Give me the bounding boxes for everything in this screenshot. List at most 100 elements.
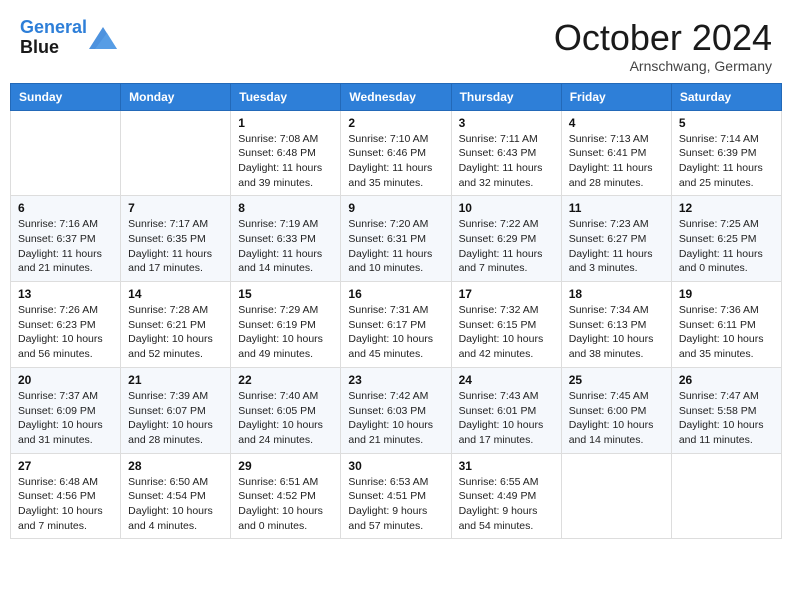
day-number: 28 bbox=[128, 459, 223, 473]
calendar-cell: 29 Sunrise: 6:51 AMSunset: 4:52 PMDayligh… bbox=[231, 453, 341, 539]
day-info: Sunrise: 6:53 AMSunset: 4:51 PMDaylight:… bbox=[348, 475, 443, 534]
day-header-monday: Monday bbox=[121, 83, 231, 110]
calendar-week-3: 13 Sunrise: 7:26 AMSunset: 6:23 PMDayligh… bbox=[11, 282, 782, 368]
day-info: Sunrise: 7:31 AMSunset: 6:17 PMDaylight:… bbox=[348, 303, 443, 362]
calendar-week-1: 1Sunrise: 7:08 AMSunset: 6:48 PMDaylight… bbox=[11, 110, 782, 196]
calendar-cell: 23Sunrise: 7:42 AMSunset: 6:03 PMDayligh… bbox=[341, 367, 451, 453]
day-info: Sunrise: 6:55 AMSunset: 4:49 PMDaylight:… bbox=[459, 475, 554, 534]
page-header: GeneralBlue October 2024 Arnschwang, Ger… bbox=[10, 10, 782, 79]
logo-text: GeneralBlue bbox=[20, 18, 87, 58]
day-number: 19 bbox=[679, 287, 774, 301]
day-number: 7 bbox=[128, 201, 223, 215]
day-number: 15 bbox=[238, 287, 333, 301]
day-info: Sunrise: 7:10 AMSunset: 6:46 PMDaylight:… bbox=[348, 132, 443, 191]
day-number: 13 bbox=[18, 287, 113, 301]
calendar-cell: 28 Sunrise: 6:50 AMSunset: 4:54 PMDayligh… bbox=[121, 453, 231, 539]
calendar-cell: 7 Sunrise: 7:17 AMSunset: 6:35 PMDaylight… bbox=[121, 196, 231, 282]
day-info: Sunrise: 7:40 AMSunset: 6:05 PMDaylight:… bbox=[238, 389, 333, 448]
calendar-cell: 27Sunrise: 6:48 AMSunset: 4:56 PMDayligh… bbox=[11, 453, 121, 539]
day-header-thursday: Thursday bbox=[451, 83, 561, 110]
calendar-cell: 16 Sunrise: 7:31 AMSunset: 6:17 PMDayligh… bbox=[341, 282, 451, 368]
logo-icon bbox=[89, 27, 117, 49]
month-title: October 2024 bbox=[554, 18, 772, 58]
day-number: 29 bbox=[238, 459, 333, 473]
calendar-cell bbox=[11, 110, 121, 196]
day-number: 26 bbox=[679, 373, 774, 387]
calendar-cell: 30Sunrise: 6:53 AMSunset: 4:51 PMDayligh… bbox=[341, 453, 451, 539]
calendar-cell: 26 Sunrise: 7:47 AMSunset: 5:58 PMDayligh… bbox=[671, 367, 781, 453]
day-info: Sunrise: 7:36 AMSunset: 6:11 PMDaylight:… bbox=[679, 303, 774, 362]
location: Arnschwang, Germany bbox=[554, 58, 772, 74]
day-number: 9 bbox=[348, 201, 443, 215]
day-info: Sunrise: 7:29 AMSunset: 6:19 PMDaylight:… bbox=[238, 303, 333, 362]
calendar-cell: 13 Sunrise: 7:26 AMSunset: 6:23 PMDayligh… bbox=[11, 282, 121, 368]
calendar-cell: 8Sunrise: 7:19 AMSunset: 6:33 PMDaylight… bbox=[231, 196, 341, 282]
day-number: 14 bbox=[128, 287, 223, 301]
title-block: October 2024 Arnschwang, Germany bbox=[554, 18, 772, 74]
day-header-saturday: Saturday bbox=[671, 83, 781, 110]
day-info: Sunrise: 7:17 AMSunset: 6:35 PMDaylight:… bbox=[128, 217, 223, 276]
day-number: 6 bbox=[18, 201, 113, 215]
calendar-cell: 10Sunrise: 7:22 AMSunset: 6:29 PMDayligh… bbox=[451, 196, 561, 282]
calendar-cell: 24Sunrise: 7:43 AMSunset: 6:01 PMDayligh… bbox=[451, 367, 561, 453]
calendar-body: 1Sunrise: 7:08 AMSunset: 6:48 PMDaylight… bbox=[11, 110, 782, 539]
day-info: Sunrise: 7:47 AMSunset: 5:58 PMDaylight:… bbox=[679, 389, 774, 448]
day-number: 3 bbox=[459, 116, 554, 130]
day-info: Sunrise: 7:19 AMSunset: 6:33 PMDaylight:… bbox=[238, 217, 333, 276]
day-info: Sunrise: 7:43 AMSunset: 6:01 PMDaylight:… bbox=[459, 389, 554, 448]
day-number: 2 bbox=[348, 116, 443, 130]
day-number: 22 bbox=[238, 373, 333, 387]
calendar-cell: 14 Sunrise: 7:28 AMSunset: 6:21 PMDayligh… bbox=[121, 282, 231, 368]
day-info: Sunrise: 7:23 AMSunset: 6:27 PMDaylight:… bbox=[569, 217, 664, 276]
day-number: 31 bbox=[459, 459, 554, 473]
day-header-tuesday: Tuesday bbox=[231, 83, 341, 110]
day-info: Sunrise: 7:34 AMSunset: 6:13 PMDaylight:… bbox=[569, 303, 664, 362]
day-number: 11 bbox=[569, 201, 664, 215]
calendar-cell: 1Sunrise: 7:08 AMSunset: 6:48 PMDaylight… bbox=[231, 110, 341, 196]
day-header-friday: Friday bbox=[561, 83, 671, 110]
calendar-cell: 25 Sunrise: 7:45 AMSunset: 6:00 PMDayligh… bbox=[561, 367, 671, 453]
day-number: 18 bbox=[569, 287, 664, 301]
day-number: 5 bbox=[679, 116, 774, 130]
day-number: 17 bbox=[459, 287, 554, 301]
calendar-cell: 17Sunrise: 7:32 AMSunset: 6:15 PMDayligh… bbox=[451, 282, 561, 368]
calendar-cell: 3Sunrise: 7:11 AMSunset: 6:43 PMDaylight… bbox=[451, 110, 561, 196]
day-info: Sunrise: 7:28 AMSunset: 6:21 PMDaylight:… bbox=[128, 303, 223, 362]
calendar-cell: 20Sunrise: 7:37 AMSunset: 6:09 PMDayligh… bbox=[11, 367, 121, 453]
day-number: 10 bbox=[459, 201, 554, 215]
day-info: Sunrise: 7:08 AMSunset: 6:48 PMDaylight:… bbox=[238, 132, 333, 191]
calendar-week-5: 27Sunrise: 6:48 AMSunset: 4:56 PMDayligh… bbox=[11, 453, 782, 539]
calendar-week-4: 20Sunrise: 7:37 AMSunset: 6:09 PMDayligh… bbox=[11, 367, 782, 453]
calendar-cell: 12 Sunrise: 7:25 AMSunset: 6:25 PMDayligh… bbox=[671, 196, 781, 282]
day-info: Sunrise: 7:26 AMSunset: 6:23 PMDaylight:… bbox=[18, 303, 113, 362]
day-info: Sunrise: 7:16 AMSunset: 6:37 PMDaylight:… bbox=[18, 217, 113, 276]
logo: GeneralBlue bbox=[20, 18, 117, 58]
calendar-cell: 6 Sunrise: 7:16 AMSunset: 6:37 PMDaylight… bbox=[11, 196, 121, 282]
calendar-cell: 21 Sunrise: 7:39 AMSunset: 6:07 PMDayligh… bbox=[121, 367, 231, 453]
day-info: Sunrise: 7:45 AMSunset: 6:00 PMDaylight:… bbox=[569, 389, 664, 448]
calendar-cell: 11 Sunrise: 7:23 AMSunset: 6:27 PMDayligh… bbox=[561, 196, 671, 282]
day-number: 20 bbox=[18, 373, 113, 387]
calendar-cell: 22 Sunrise: 7:40 AMSunset: 6:05 PMDayligh… bbox=[231, 367, 341, 453]
day-header-wednesday: Wednesday bbox=[341, 83, 451, 110]
calendar-week-2: 6 Sunrise: 7:16 AMSunset: 6:37 PMDaylight… bbox=[11, 196, 782, 282]
calendar-cell: 2 Sunrise: 7:10 AMSunset: 6:46 PMDaylight… bbox=[341, 110, 451, 196]
calendar-cell: 15 Sunrise: 7:29 AMSunset: 6:19 PMDayligh… bbox=[231, 282, 341, 368]
day-info: Sunrise: 7:14 AMSunset: 6:39 PMDaylight:… bbox=[679, 132, 774, 191]
day-number: 23 bbox=[348, 373, 443, 387]
calendar-cell: 19 Sunrise: 7:36 AMSunset: 6:11 PMDayligh… bbox=[671, 282, 781, 368]
calendar-table: SundayMondayTuesdayWednesdayThursdayFrid… bbox=[10, 83, 782, 540]
calendar-cell bbox=[561, 453, 671, 539]
day-info: Sunrise: 7:39 AMSunset: 6:07 PMDaylight:… bbox=[128, 389, 223, 448]
calendar-cell: 18 Sunrise: 7:34 AMSunset: 6:13 PMDayligh… bbox=[561, 282, 671, 368]
day-info: Sunrise: 6:51 AMSunset: 4:52 PMDaylight:… bbox=[238, 475, 333, 534]
day-number: 25 bbox=[569, 373, 664, 387]
day-number: 21 bbox=[128, 373, 223, 387]
day-info: Sunrise: 7:25 AMSunset: 6:25 PMDaylight:… bbox=[679, 217, 774, 276]
day-number: 12 bbox=[679, 201, 774, 215]
day-number: 4 bbox=[569, 116, 664, 130]
day-number: 16 bbox=[348, 287, 443, 301]
day-info: Sunrise: 6:50 AMSunset: 4:54 PMDaylight:… bbox=[128, 475, 223, 534]
calendar-cell bbox=[671, 453, 781, 539]
day-info: Sunrise: 7:13 AMSunset: 6:41 PMDaylight:… bbox=[569, 132, 664, 191]
